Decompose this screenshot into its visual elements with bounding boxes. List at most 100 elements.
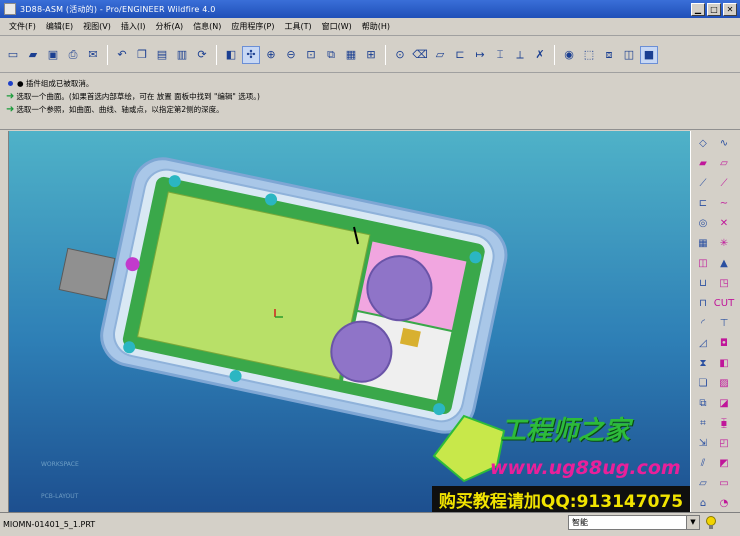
revolve-icon[interactable]: ⊏ <box>694 195 712 212</box>
sketch-icon[interactable]: ✗ <box>531 46 549 64</box>
watermark-title: 工程师之家 <box>500 416 631 446</box>
extend-icon[interactable]: ⇲ <box>694 435 712 452</box>
maximize-button[interactable]: □ <box>707 2 721 16</box>
shading-icon[interactable]: ■ <box>640 45 658 64</box>
rib-icon[interactable]: ⊓ <box>694 295 712 312</box>
spin-center-icon[interactable]: ◉ <box>560 46 578 64</box>
csys-display-icon[interactable]: ⟂ <box>511 46 529 64</box>
surface-icon[interactable]: ▨ <box>715 375 733 392</box>
thicken-icon[interactable]: ▱ <box>694 475 712 492</box>
paste-special-icon[interactable]: ▥ <box>173 46 191 64</box>
menu-info[interactable]: 信息(N) <box>188 21 226 32</box>
chamfer-icon[interactable]: ◿ <box>694 335 712 352</box>
selection-filter-value: 智能 <box>572 518 588 527</box>
shell-icon[interactable]: ◫ <box>694 255 712 272</box>
zoom-out-icon[interactable]: ⊖ <box>282 46 300 64</box>
model-view <box>58 157 508 483</box>
solidify-icon[interactable]: ⌂ <box>694 495 712 512</box>
menu-help[interactable]: 帮助(H) <box>357 21 395 32</box>
menu-window[interactable]: 窗口(W) <box>317 21 357 32</box>
mirror-icon[interactable]: ⧗ <box>694 355 712 372</box>
minimize-button[interactable]: ▁ <box>691 2 705 16</box>
feature-toolbar: ◇ ▰ ⟋ ⊏ ◎ ▦ ◫ ⊔ ⊓ ◜ ◿ ⧗ ❏ ⧉ ⌗ ⇲ ⫽ ▱ ⌂ ◠ … <box>690 131 740 529</box>
feature-toolbar-right-col: ∿ ▱ ⟋ ∼ ✕ ✳ ▲ ◳ CUT ⊤ ◘ ◧ ▨ ◪ ⧯ ◰ ◩ ▭ ◔ … <box>714 135 737 532</box>
protrusion-icon[interactable]: ◧ <box>715 355 733 372</box>
open-icon[interactable]: ▰ <box>24 46 42 64</box>
menu-applications[interactable]: 应用程序(P) <box>226 21 279 32</box>
faint-label: PCB-LAYOUT <box>41 493 79 500</box>
menu-tools[interactable]: 工具(T) <box>280 21 317 32</box>
fill-icon[interactable]: ◪ <box>715 395 733 412</box>
datum-axis-icon[interactable]: ⟋ <box>694 175 712 192</box>
merge-icon[interactable]: ⧉ <box>694 395 712 412</box>
zoom-in-icon[interactable]: ⊕ <box>262 46 280 64</box>
blend-icon[interactable]: CUT <box>714 295 734 312</box>
menu-analysis[interactable]: 分析(A) <box>150 21 188 32</box>
draft-icon[interactable]: ⊔ <box>694 275 712 292</box>
menu-insert[interactable]: 插入(I) <box>116 21 151 32</box>
regenerate-icon[interactable]: ⟳ <box>193 46 211 64</box>
cosmetic-icon[interactable]: ◔ <box>715 495 733 512</box>
copy-icon[interactable]: ❏ <box>694 375 712 392</box>
csys-icon[interactable]: ✳ <box>715 235 733 252</box>
mesh-icon[interactable]: ▲ <box>715 255 733 272</box>
flatten-icon[interactable]: ▭ <box>715 475 733 492</box>
hide-icon[interactable]: ⌫ <box>411 46 429 64</box>
usb-connector <box>58 247 116 301</box>
wireframe-icon[interactable]: ⬚ <box>580 46 598 64</box>
new-icon[interactable]: ▭ <box>4 46 22 64</box>
watermark-url: www.ug88ug.com <box>490 457 681 479</box>
datum-plane-icon[interactable]: ▱ <box>431 46 449 64</box>
curve-icon[interactable]: ∿ <box>715 135 733 152</box>
layers-icon[interactable]: ⊞ <box>362 46 380 64</box>
intersect-icon[interactable]: ⧯ <box>715 415 733 432</box>
close-button[interactable]: ✕ <box>723 2 737 16</box>
extrude-icon[interactable]: ⊤ <box>715 315 733 332</box>
save-icon[interactable]: ▣ <box>44 46 62 64</box>
graphics-viewport[interactable]: WORKSPACE PCB-LAYOUT <box>9 131 690 512</box>
sweep-icon[interactable]: ◳ <box>715 275 733 292</box>
reorient-icon[interactable]: ⧉ <box>322 46 340 64</box>
model-display-icon[interactable]: ⊙ <box>391 46 409 64</box>
chevron-down-icon[interactable]: ▼ <box>686 516 699 529</box>
spline-icon[interactable]: ∼ <box>715 195 733 212</box>
point-icon[interactable]: ✕ <box>715 215 733 232</box>
window-controls: ▁ □ ✕ <box>691 2 737 16</box>
main-toolbar: ▭ ▰ ▣ ⎙ ✉ ↶ ❐ ▤ ▥ ⟳ ◧ ✣ ⊕ ⊖ ⊡ ⧉ ▦ ⊞ ⊙ ⌫ … <box>0 37 740 73</box>
menu-view[interactable]: 视图(V) <box>78 21 116 32</box>
array-icon[interactable]: ◎ <box>694 215 712 232</box>
menu-edit[interactable]: 编辑(E) <box>41 21 78 32</box>
line-icon[interactable]: ⟋ <box>715 175 733 192</box>
email-icon[interactable]: ✉ <box>84 46 102 64</box>
refit-icon[interactable]: ⊡ <box>302 46 320 64</box>
offset-icon[interactable]: ⫽ <box>694 455 712 472</box>
copy-icon[interactable]: ❐ <box>133 46 151 64</box>
project-icon[interactable]: ◰ <box>715 435 733 452</box>
coord-sys-icon[interactable]: ⌶ <box>491 46 509 64</box>
wrap-icon[interactable]: ◩ <box>715 455 733 472</box>
message-text: 选取一个参照，如曲面、曲线、轴或点，以指定第2侧的深度。 <box>16 105 224 114</box>
undo-icon[interactable]: ↶ <box>113 46 131 64</box>
trim-icon[interactable]: ⌗ <box>694 415 712 432</box>
selection-filter-select[interactable]: 智能 ▼ <box>568 515 700 530</box>
menu-file[interactable]: 文件(F) <box>4 21 41 32</box>
round-icon[interactable]: ◜ <box>694 315 712 332</box>
sketcher-icon[interactable]: ◇ <box>694 135 712 152</box>
sketch-plane-icon[interactable]: ▰ <box>694 155 712 172</box>
model-tree-collapsed-strip[interactable] <box>0 131 9 512</box>
paste-icon[interactable]: ▤ <box>153 46 171 64</box>
saved-views-icon[interactable]: ▦ <box>342 46 360 64</box>
hidden-line-icon[interactable]: ⧈ <box>600 46 618 64</box>
hole-icon[interactable]: ▦ <box>694 235 712 252</box>
print-icon[interactable]: ⎙ <box>64 46 82 64</box>
repaint-icon[interactable]: ◧ <box>222 46 240 64</box>
datum-point-icon[interactable]: ↦ <box>471 46 489 64</box>
toolbar-separator <box>107 44 108 65</box>
cut-icon[interactable]: ◘ <box>715 335 733 352</box>
spin-icon[interactable]: ✣ <box>242 45 260 64</box>
no-hidden-icon[interactable]: ◫ <box>620 46 638 64</box>
plane-icon[interactable]: ▱ <box>715 155 733 172</box>
watermark-banner: 购买教程请加QQ:913147075 <box>432 486 690 512</box>
datum-axis-icon[interactable]: ⊏ <box>451 46 469 64</box>
status-filename: MIOMN-01401_5_1.PRT <box>3 520 96 529</box>
